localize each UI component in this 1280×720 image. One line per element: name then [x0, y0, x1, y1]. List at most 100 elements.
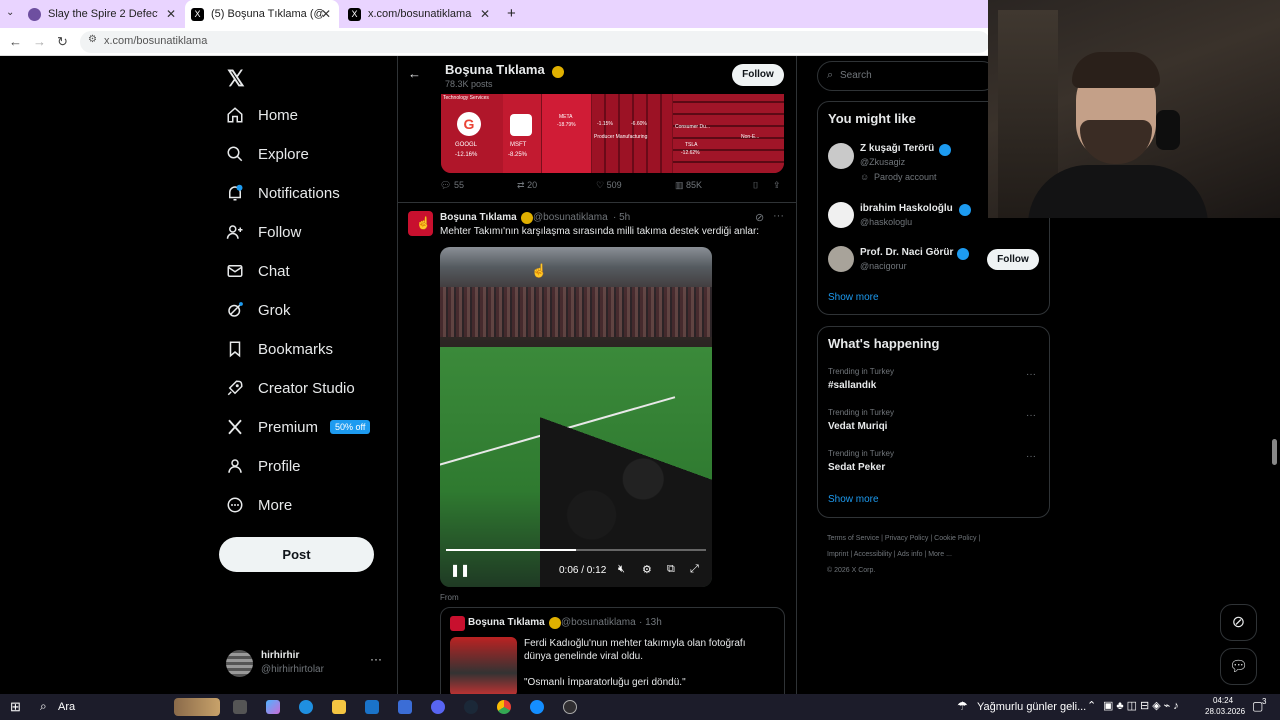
video-player[interactable]: ❚❚ 0:06 / 0:12 🔇︎ ⚙ ⧉ ⤢	[440, 247, 712, 587]
tray-icons[interactable]: ▣♣◫⊟◈⌁♪	[1103, 699, 1182, 712]
tweet-text: Mehter Takımı'nın karşılaşma sırasında m…	[440, 226, 760, 237]
site-info-icon[interactable]: ⚙	[88, 34, 97, 45]
more-dots-icon[interactable]: ···	[773, 210, 784, 222]
sidebar-item-label: Creator Studio	[258, 379, 355, 397]
suggestion-item[interactable]: Prof. Dr. Naci Görür @nacigorur Follow	[828, 246, 1043, 276]
edge-icon[interactable]	[299, 700, 313, 714]
sidebar-item-premium[interactable]: Premium 50% off	[226, 418, 371, 436]
parody-label: Parody account	[874, 172, 937, 182]
weather-text[interactable]: Yağmurlu günler geli...	[977, 701, 1086, 713]
sidebar-item-chat[interactable]: Chat	[226, 262, 290, 280]
tweet-author-name[interactable]: Boşuna Tıklama	[440, 212, 517, 223]
reply-button[interactable]: 💬︎ 55	[440, 180, 464, 191]
new-tab-button[interactable]: +	[507, 5, 516, 22]
sidebar-item-notifications[interactable]: Notifications	[226, 184, 340, 202]
show-more-link[interactable]: Show more	[828, 292, 879, 303]
sidebar-item-grok[interactable]: Grok	[226, 301, 291, 319]
windows-start-icon[interactable]: ⊞	[10, 699, 21, 715]
sidebar-item-home[interactable]: Home	[226, 106, 298, 124]
sidebar-item-explore[interactable]: Explore	[226, 145, 309, 163]
tray-chevron-icon[interactable]: ⌃	[1087, 699, 1096, 712]
footer-link[interactable]: Terms of Service	[827, 535, 879, 542]
search-input[interactable]: ⌕ Search	[817, 61, 997, 91]
store-icon[interactable]	[398, 700, 412, 714]
rocket-icon	[227, 380, 243, 396]
views-button[interactable]: ▥ 85K	[675, 180, 702, 191]
follow-button[interactable]: Follow	[987, 249, 1039, 270]
treemap-image[interactable]: Technology Services G GOOGL -12.16% MSFT…	[441, 94, 784, 173]
volume-muted-icon[interactable]: 🔇︎	[618, 563, 625, 576]
trend-item[interactable]: Trending in Turkey #sallandık ···	[828, 367, 1043, 397]
footer-link[interactable]: Ads info	[897, 551, 922, 558]
footer-link[interactable]: Cookie Policy	[934, 535, 976, 542]
browser-tab-x-url[interactable]: X x.com/bosunatiklama ✕	[348, 0, 498, 28]
share-icon[interactable]: ⇪	[773, 180, 781, 191]
clock-date[interactable]: 28.03.2026	[1205, 707, 1245, 716]
follow-button[interactable]: Follow	[732, 64, 784, 86]
video-time: 0:06 / 0:12	[559, 565, 607, 576]
task-view-icon[interactable]	[233, 700, 247, 714]
avatar[interactable]: ☝	[408, 211, 433, 236]
more-dots-icon[interactable]: ···	[1026, 410, 1036, 421]
sidebar-item-bookmarks[interactable]: Bookmarks	[226, 340, 333, 358]
tab-list-chevron-icon[interactable]: ⌄	[6, 7, 14, 18]
retweet-button[interactable]: ⇄ 20	[517, 180, 537, 191]
post-button[interactable]: Post	[219, 537, 374, 572]
browser-tab-guide[interactable]: Slay the Spire 2 Defect Guide - ✕	[28, 0, 184, 28]
footer-link[interactable]: More ...	[928, 551, 952, 558]
sidebar-item-follow[interactable]: Follow	[226, 223, 301, 241]
sidebar-item-creator-studio[interactable]: Creator Studio	[226, 379, 355, 397]
url-field[interactable]: ⚙ x.com/bosunatiklama	[80, 31, 990, 53]
sidebar-item-profile[interactable]: Profile	[226, 457, 301, 475]
quoted-tweet[interactable]: Boşuna Tıklama @bosunatiklama · 13h Ferd…	[440, 607, 785, 694]
sidebar-item-more[interactable]: More	[226, 496, 292, 514]
show-more-link[interactable]: Show more	[828, 494, 879, 505]
forward-arrow-icon[interactable]: →	[33, 34, 46, 49]
back-arrow-icon[interactable]: ←	[408, 66, 421, 81]
video-progress-track[interactable]	[446, 549, 706, 551]
weather-icon[interactable]: ☂	[957, 699, 968, 713]
fullscreen-icon[interactable]: ⤢	[690, 563, 699, 576]
steam-icon[interactable]	[464, 700, 478, 714]
google-logo-icon: G	[457, 112, 481, 136]
tweet-time[interactable]: · 5h	[613, 212, 630, 223]
discord-icon[interactable]	[431, 700, 445, 714]
like-button[interactable]: ♡ 509	[596, 180, 622, 191]
footer-link[interactable]: Privacy Policy	[885, 535, 929, 542]
more-dots-icon[interactable]: ···	[1026, 369, 1036, 380]
settings-icon[interactable]: ⚙	[642, 563, 652, 576]
divider	[397, 56, 398, 694]
messages-float-button[interactable]: 💬︎	[1220, 648, 1257, 685]
browser-tab-x-profile[interactable]: X (5) Boşuna Tıklama (@bosunati ✕	[185, 0, 339, 28]
more-dots-icon[interactable]: ···	[1026, 451, 1036, 462]
picture-in-picture-icon[interactable]: ⧉	[667, 563, 675, 576]
chrome-icon[interactable]	[497, 700, 511, 714]
outlook-icon[interactable]	[365, 700, 379, 714]
scrollbar-thumb[interactable]	[1272, 439, 1277, 465]
close-icon[interactable]: ✕	[321, 7, 331, 21]
grok-float-button[interactable]: ⊘	[1220, 604, 1257, 641]
file-explorer-icon[interactable]	[332, 700, 346, 714]
taskbar-search[interactable]: ⌕ Ara	[34, 696, 224, 718]
quoted-handle: @bosunatiklama	[561, 617, 636, 628]
battlenet-icon[interactable]	[530, 700, 544, 714]
trend-item[interactable]: Trending in Turkey Sedat Peker ···	[828, 449, 1043, 479]
clock-time[interactable]: 04:24	[1213, 696, 1233, 705]
quoted-time: · 13h	[639, 617, 662, 628]
view-count: 85K	[686, 180, 703, 190]
x-logo-icon[interactable]: 𝕏	[227, 66, 245, 92]
tweet-handle[interactable]: @bosunatiklama	[533, 212, 608, 223]
trend-item[interactable]: Trending in Turkey Vedat Muriqi ···	[828, 408, 1043, 438]
back-arrow-icon[interactable]: ←	[9, 34, 22, 49]
pause-icon[interactable]: ❚❚	[450, 563, 470, 577]
obs-icon[interactable]	[563, 700, 577, 714]
bookmark-icon[interactable]: ⌷	[753, 180, 758, 191]
grok-icon[interactable]: ⊘	[755, 211, 764, 224]
footer-link[interactable]: Accessibility	[854, 551, 892, 558]
copilot-icon[interactable]	[266, 700, 280, 714]
reload-icon[interactable]: ↻	[57, 34, 68, 50]
footer-link[interactable]: Imprint	[827, 551, 848, 558]
close-icon[interactable]: ✕	[166, 7, 176, 21]
account-switcher[interactable]: hirhirhir @hirhirhirtolar ···	[226, 646, 386, 682]
close-icon[interactable]: ✕	[480, 7, 490, 21]
